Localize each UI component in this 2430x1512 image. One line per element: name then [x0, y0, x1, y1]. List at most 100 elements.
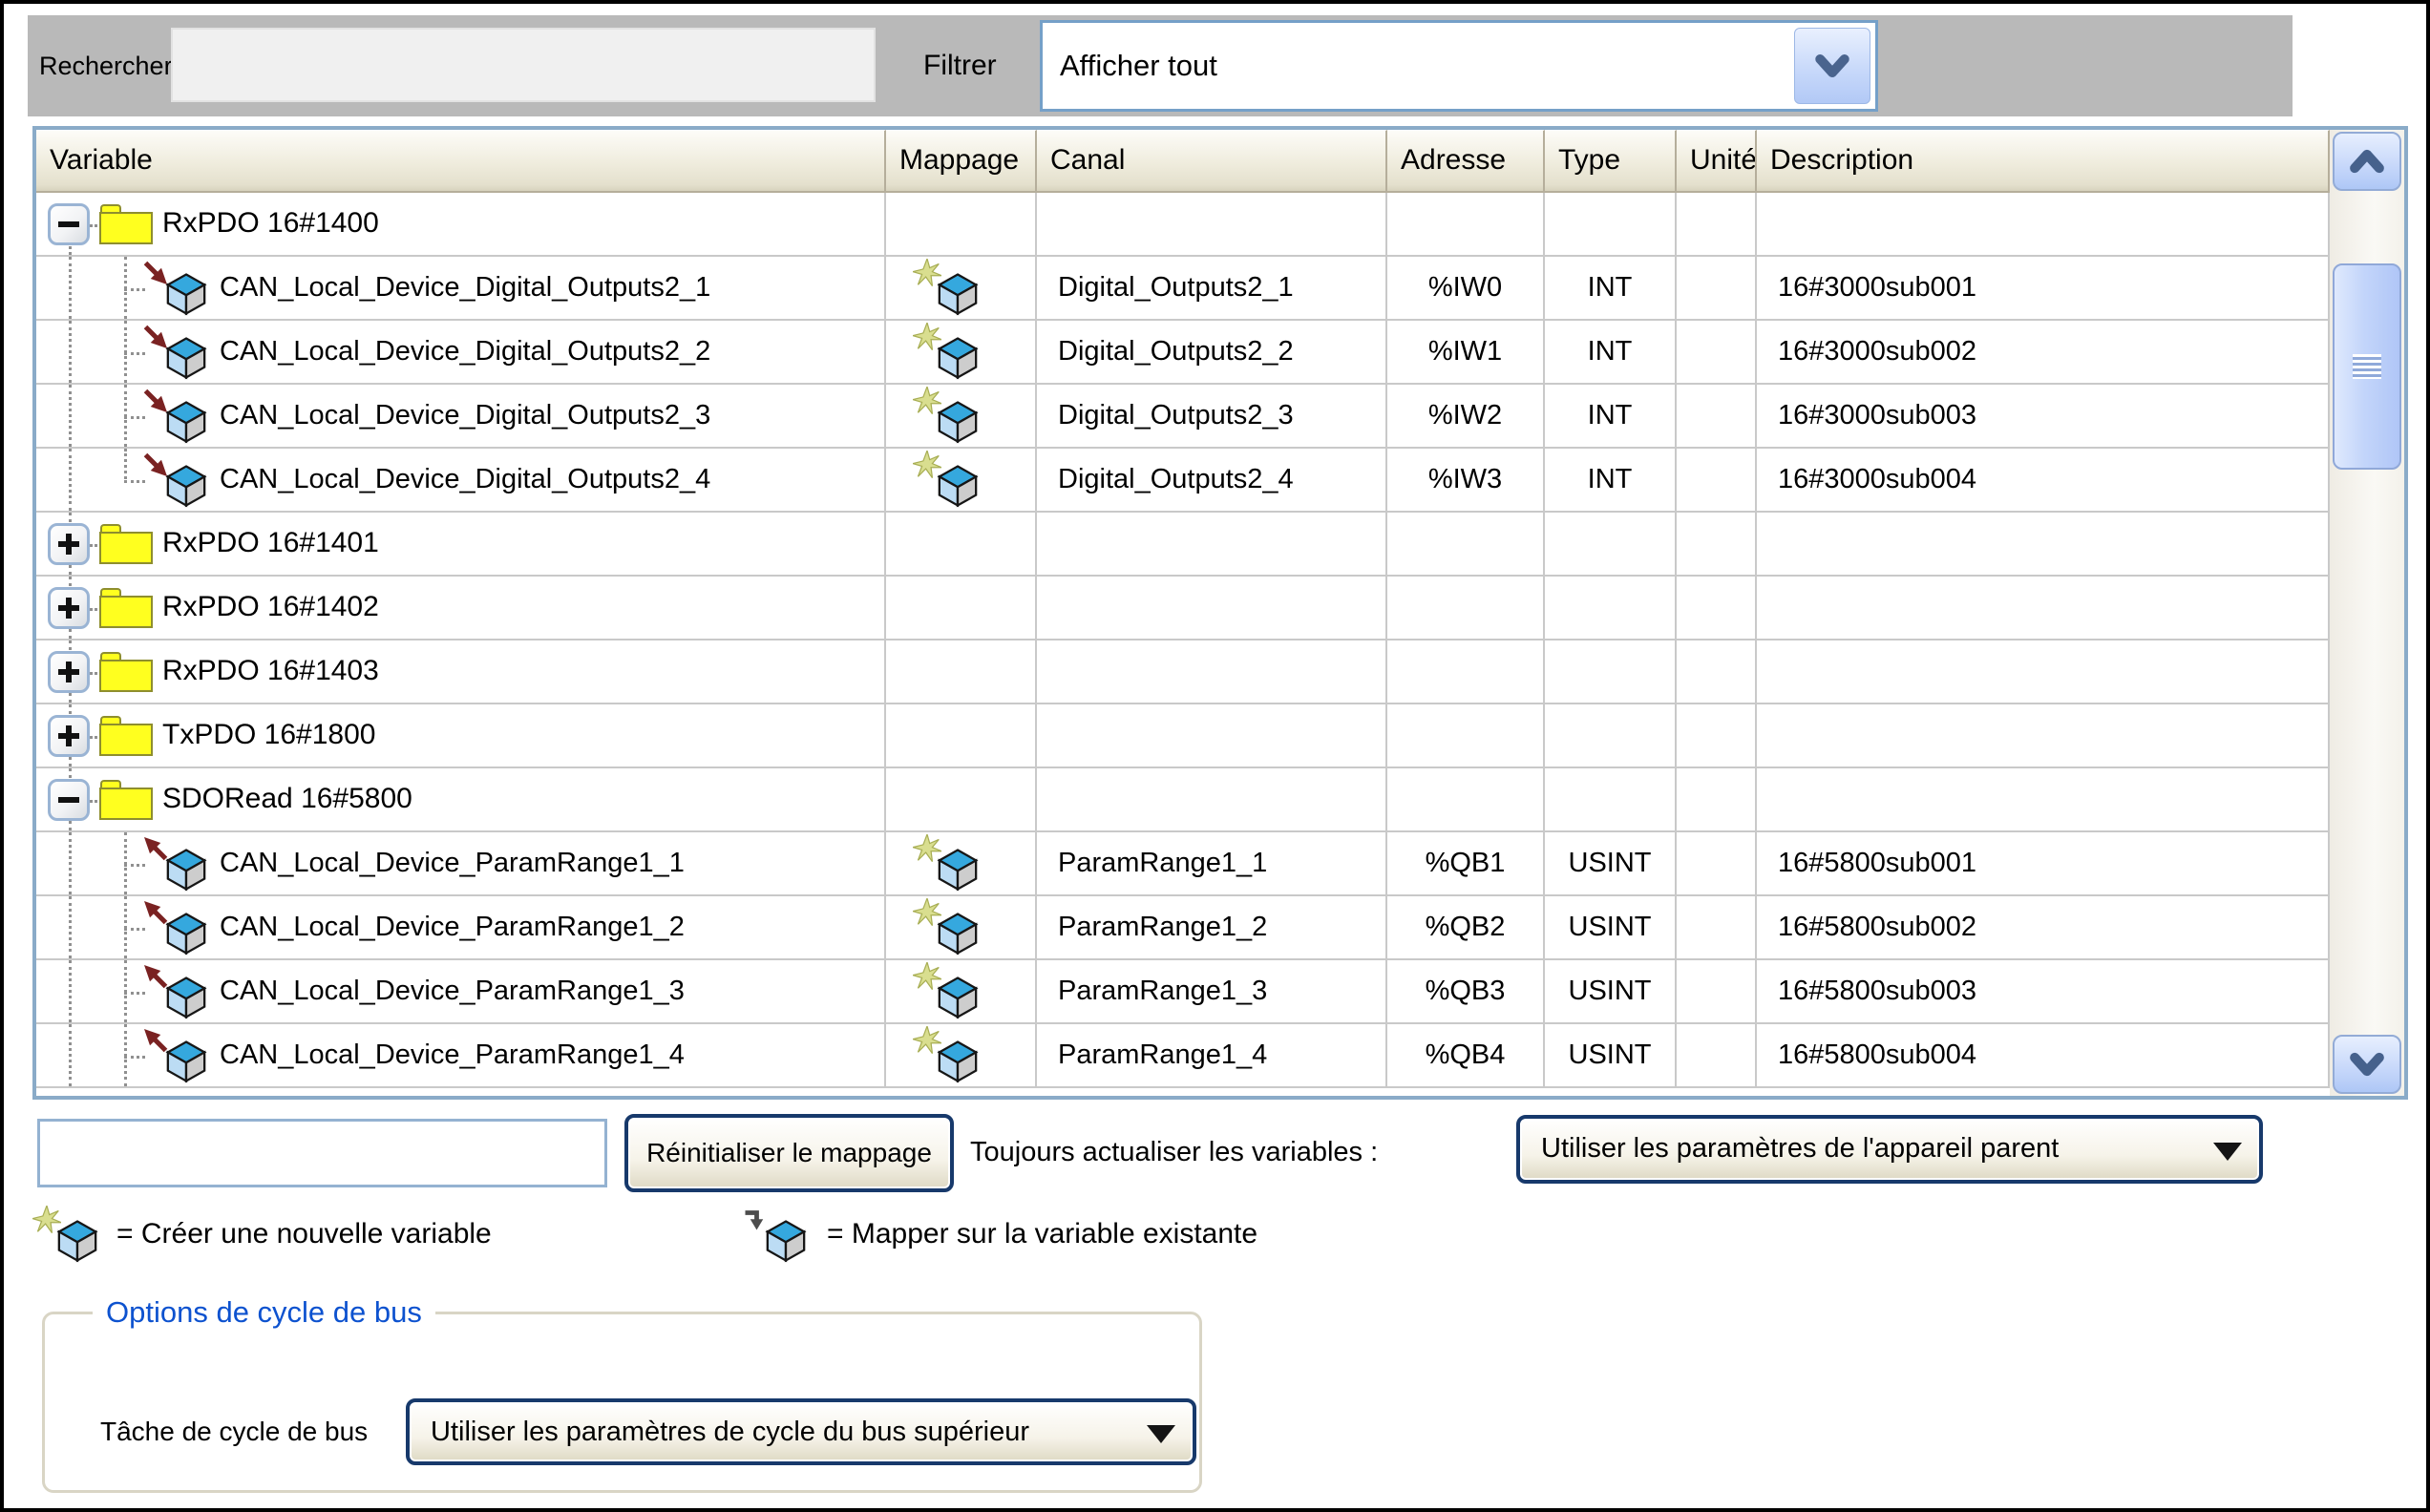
- column-header-canal[interactable]: Canal: [1037, 130, 1387, 193]
- table-row[interactable]: CAN_Local_Device_ParamRange1_3ParamRange…: [36, 960, 2330, 1024]
- reset-mapping-button[interactable]: Réinitialiser le mappage: [624, 1114, 954, 1192]
- mapping-filter-input[interactable]: [37, 1119, 607, 1187]
- column-header-type[interactable]: Type: [1545, 130, 1677, 193]
- table-row[interactable]: CAN_Local_Device_ParamRange1_2ParamRange…: [36, 896, 2330, 960]
- cell-mappage[interactable]: [886, 577, 1037, 640]
- create-new-variable-icon: [911, 834, 985, 893]
- table-row[interactable]: CAN_Local_Device_Digital_Outputs2_4Digit…: [36, 449, 2330, 513]
- cell-unite: [1677, 257, 1757, 321]
- collapse-icon[interactable]: [48, 779, 90, 821]
- table-row[interactable]: CAN_Local_Device_Digital_Outputs2_2Digit…: [36, 321, 2330, 385]
- cell-mappage[interactable]: [886, 257, 1037, 321]
- scroll-down-button[interactable]: [2333, 1035, 2401, 1094]
- cell-adresse: %QB4: [1387, 1024, 1545, 1088]
- variable-cube-icon: [764, 1219, 808, 1263]
- pdo-group-label: RxPDO 16#1403: [162, 640, 379, 704]
- cell-variable: RxPDO 16#1400: [36, 193, 886, 257]
- cell-mappage[interactable]: [886, 513, 1037, 577]
- column-header-mappage[interactable]: Mappage: [886, 130, 1037, 193]
- cell-mappage[interactable]: [886, 640, 1037, 704]
- cell-type: USINT: [1545, 832, 1677, 896]
- cell-mappage[interactable]: [886, 896, 1037, 960]
- vertical-scrollbar[interactable]: [2330, 130, 2404, 1096]
- cell-unite: [1677, 1024, 1757, 1088]
- expand-icon[interactable]: [48, 715, 90, 757]
- cell-mappage[interactable]: [886, 385, 1037, 449]
- cell-mappage[interactable]: [886, 768, 1037, 832]
- table-row[interactable]: RxPDO 16#1400: [36, 193, 2330, 257]
- cell-unite: [1677, 832, 1757, 896]
- filter-combobox-dropdown-button[interactable]: [1794, 28, 1870, 104]
- expand-icon[interactable]: [48, 587, 90, 629]
- cell-variable: CAN_Local_Device_Digital_Outputs2_1: [36, 257, 886, 321]
- cell-mappage[interactable]: [886, 193, 1037, 257]
- cell-description: [1757, 704, 2330, 768]
- cell-variable: RxPDO 16#1401: [36, 513, 886, 577]
- cell-type: [1545, 704, 1677, 768]
- mapping-table: VariableMappageCanalAdresseTypeUnitéDesc…: [32, 126, 2408, 1100]
- table-row[interactable]: CAN_Local_Device_Digital_Outputs2_3Digit…: [36, 385, 2330, 449]
- cell-adresse: %QB3: [1387, 960, 1545, 1024]
- table-row[interactable]: TxPDO 16#1800: [36, 704, 2330, 768]
- search-input[interactable]: [171, 28, 876, 102]
- collapse-icon[interactable]: [48, 203, 90, 245]
- column-header-adresse[interactable]: Adresse: [1387, 130, 1545, 193]
- table-row[interactable]: CAN_Local_Device_ParamRange1_1ParamRange…: [36, 832, 2330, 896]
- scrollbar-thumb[interactable]: [2333, 263, 2401, 470]
- variable-cube-icon: [164, 976, 208, 1019]
- filter-combobox-value: Afficher tout: [1060, 23, 1217, 109]
- cell-canal: ParamRange1_3: [1037, 960, 1387, 1024]
- toolbar: Rechercher Filtrer Afficher tout: [28, 15, 2293, 116]
- variable-cube-icon: [936, 464, 980, 508]
- io-mapping-panel: Rechercher Filtrer Afficher tout Variabl…: [0, 0, 2430, 1512]
- tree-guide-line: [69, 449, 72, 511]
- variable-cube-icon: [55, 1219, 99, 1263]
- column-header-description[interactable]: Description: [1757, 130, 2330, 193]
- variable-cube-icon: [164, 464, 208, 508]
- create-new-variable-icon: [911, 1026, 985, 1085]
- table-body: RxPDO 16#1400CAN_Local_Device_Digital_Ou…: [36, 193, 2330, 1096]
- variable-cube-icon: [936, 848, 980, 892]
- column-header-variable[interactable]: Variable: [36, 130, 886, 193]
- cell-mappage[interactable]: [886, 1024, 1037, 1088]
- cell-adresse: %QB1: [1387, 832, 1545, 896]
- variable-icon: [139, 834, 214, 893]
- table-row[interactable]: RxPDO 16#1403: [36, 640, 2330, 704]
- folder-icon: [99, 716, 153, 756]
- cell-type: INT: [1545, 257, 1677, 321]
- cell-variable: CAN_Local_Device_Digital_Outputs2_4: [36, 449, 886, 513]
- cell-mappage[interactable]: [886, 832, 1037, 896]
- scroll-up-button[interactable]: [2333, 132, 2401, 191]
- bus-cycle-task-dropdown-value: Utiliser les paramètres de cycle du bus …: [431, 1402, 1139, 1461]
- cell-variable: CAN_Local_Device_Digital_Outputs2_2: [36, 321, 886, 385]
- table-row[interactable]: RxPDO 16#1402: [36, 577, 2330, 640]
- variable-icon: [139, 387, 214, 446]
- column-header-unité[interactable]: Unité: [1677, 130, 1757, 193]
- expand-icon[interactable]: [48, 651, 90, 693]
- table-row[interactable]: CAN_Local_Device_Digital_Outputs2_1Digit…: [36, 257, 2330, 321]
- cell-description: 16#5800sub003: [1757, 960, 2330, 1024]
- filter-combobox[interactable]: Afficher tout: [1040, 20, 1878, 112]
- table-row[interactable]: RxPDO 16#1401: [36, 513, 2330, 577]
- cell-unite: [1677, 768, 1757, 832]
- expand-icon[interactable]: [48, 523, 90, 565]
- variable-cube-icon: [936, 1040, 980, 1083]
- tree-guide-line: [69, 832, 72, 894]
- dropdown-arrow-icon: [1147, 1425, 1175, 1443]
- cell-mappage[interactable]: [886, 960, 1037, 1024]
- cell-mappage[interactable]: [886, 449, 1037, 513]
- bus-cycle-task-dropdown[interactable]: Utiliser les paramètres de cycle du bus …: [406, 1398, 1196, 1465]
- folder-icon: [99, 588, 153, 628]
- cell-canal: [1037, 513, 1387, 577]
- table-row[interactable]: CAN_Local_Device_ParamRange1_4ParamRange…: [36, 1024, 2330, 1088]
- table-row[interactable]: SDORead 16#5800: [36, 768, 2330, 832]
- variable-icon: [139, 451, 214, 510]
- cell-mappage[interactable]: [886, 704, 1037, 768]
- legend-map-existing-text: = Mapper sur la variable existante: [827, 1202, 1257, 1270]
- cell-mappage[interactable]: [886, 321, 1037, 385]
- variable-cube-icon: [164, 400, 208, 444]
- chevron-down-icon: [1813, 50, 1851, 82]
- cell-adresse: %IW0: [1387, 257, 1545, 321]
- always-update-dropdown[interactable]: Utiliser les paramètres de l'appareil pa…: [1516, 1115, 2263, 1184]
- cell-type: USINT: [1545, 960, 1677, 1024]
